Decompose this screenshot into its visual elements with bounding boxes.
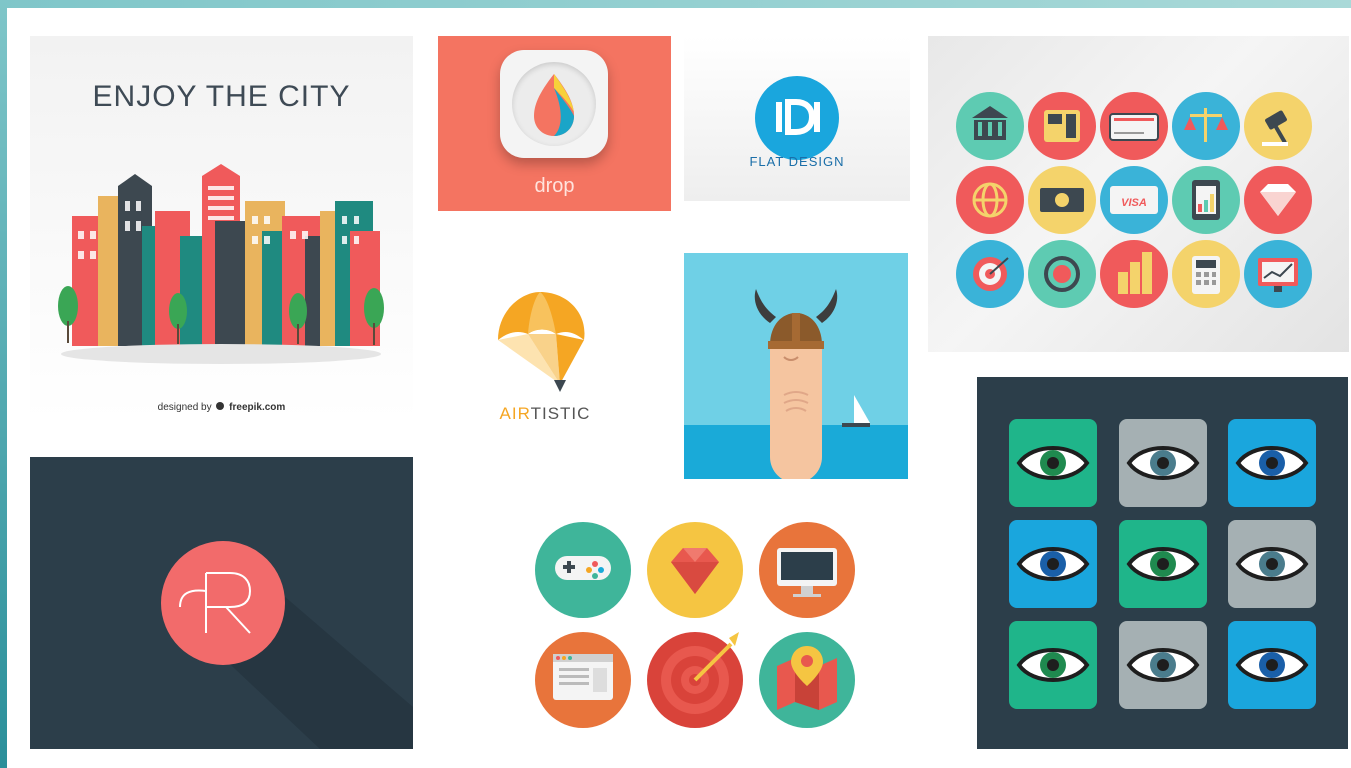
airtistic-label: AIRTISTIC	[470, 404, 620, 424]
eye-icon	[1228, 419, 1316, 507]
eye-icon	[1009, 520, 1097, 608]
gavel-icon	[1244, 92, 1312, 160]
map-pin-icon	[759, 632, 855, 728]
airtistic-label-accent: AIR	[499, 404, 531, 423]
r-monogram-tile[interactable]	[30, 457, 413, 749]
top-border	[0, 0, 1351, 8]
monitor-chart-icon	[1244, 240, 1312, 308]
gamepad-icon	[535, 522, 631, 618]
round-flat-icons-tile[interactable]	[525, 520, 865, 730]
eye-icon	[1119, 419, 1207, 507]
imac-icon	[759, 522, 855, 618]
eye-icon	[1009, 621, 1097, 709]
atm-icon	[1028, 92, 1096, 160]
visa-card-icon: VISA	[1100, 166, 1168, 234]
globe-icon	[956, 166, 1024, 234]
flat-design-logo-tile[interactable]: FLAT DESIGN	[684, 36, 910, 201]
dollar-exchange-icon	[1028, 240, 1096, 308]
finance-icon-grid: VISA	[956, 92, 1312, 308]
drop-app-icon-tile[interactable]: drop	[438, 36, 671, 211]
fd-monogram-icon	[776, 99, 820, 135]
target-icon	[956, 240, 1024, 308]
coin-stack-icon	[1100, 240, 1168, 308]
viking-finger-illustration	[754, 289, 870, 479]
city-illustration-tile[interactable]: ENJOY THE CITY designed by freepik.com	[30, 36, 413, 421]
svg-text:VISA: VISA	[1121, 197, 1147, 209]
airtistic-logo-tile[interactable]: AIRTISTIC	[470, 280, 620, 430]
eye-icon	[1228, 520, 1316, 608]
finance-icons-tile[interactable]: VISA	[928, 36, 1349, 352]
diamond-icon	[1244, 166, 1312, 234]
tablet-chart-icon	[1172, 166, 1240, 234]
freepik-icon	[216, 402, 225, 410]
eye-icon-grid	[1009, 419, 1316, 709]
left-border	[0, 0, 7, 768]
r-monogram-logo	[161, 541, 413, 749]
bank-icon	[956, 92, 1024, 160]
scales-icon	[1172, 92, 1240, 160]
drop-label: drop	[534, 175, 575, 197]
eye-icons-tile[interactable]	[977, 377, 1348, 749]
credit-brand: freepik.com	[229, 402, 286, 413]
eye-icon	[1228, 621, 1316, 709]
banknote-icon	[1028, 166, 1096, 234]
round-icon-set	[535, 522, 855, 728]
flat-design-label: FLAT DESIGN	[749, 154, 845, 169]
eye-icon	[1119, 621, 1207, 709]
browser-window-icon	[535, 632, 631, 728]
target-arrow-icon	[647, 632, 743, 728]
calculator-icon	[1172, 240, 1240, 308]
ruby-icon	[647, 522, 743, 618]
credit-prefix: designed by	[157, 402, 212, 413]
airtistic-label-rest: TISTIC	[530, 404, 591, 423]
cheque-icon	[1100, 92, 1168, 160]
eye-icon	[1119, 520, 1207, 608]
viking-finger-illustration-tile[interactable]	[684, 253, 908, 479]
city-skyline-illustration	[58, 164, 384, 364]
credit-line: designed by freepik.com	[30, 402, 413, 413]
eye-icon	[1009, 419, 1097, 507]
